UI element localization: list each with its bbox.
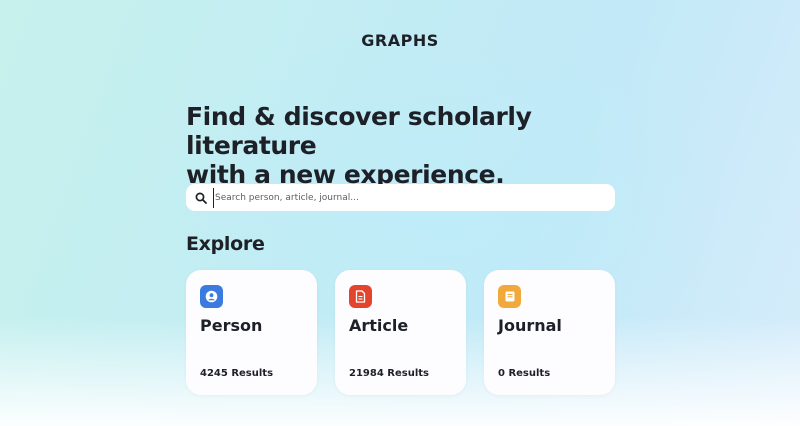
search-input[interactable]: [213, 187, 615, 208]
card-title: Article: [349, 316, 409, 335]
journal-card[interactable]: Journal 0 Results: [484, 270, 615, 395]
search-bar[interactable]: [186, 184, 615, 211]
card-title: Person: [200, 316, 263, 335]
card-result-count: 4245 Results: [200, 368, 274, 379]
hero-line-1: Find & discover scholarly literature: [186, 102, 532, 160]
card-title: Journal: [498, 316, 562, 335]
person-icon: [200, 285, 223, 308]
card-result-count: 21984 Results: [349, 368, 429, 379]
document-icon: [349, 285, 372, 308]
brand-logo[interactable]: GRAPHS: [0, 31, 800, 50]
hero-headline: Find & discover scholarly literature wit…: [186, 102, 626, 189]
explore-title: Explore: [186, 233, 265, 255]
book-icon: [498, 285, 521, 308]
card-result-count: 0 Results: [498, 368, 551, 379]
article-card[interactable]: Article 21984 Results: [335, 270, 466, 395]
explore-cards: Person 4245 Results Article 21984 Result…: [186, 270, 615, 395]
search-icon[interactable]: [194, 191, 208, 205]
person-card[interactable]: Person 4245 Results: [186, 270, 317, 395]
